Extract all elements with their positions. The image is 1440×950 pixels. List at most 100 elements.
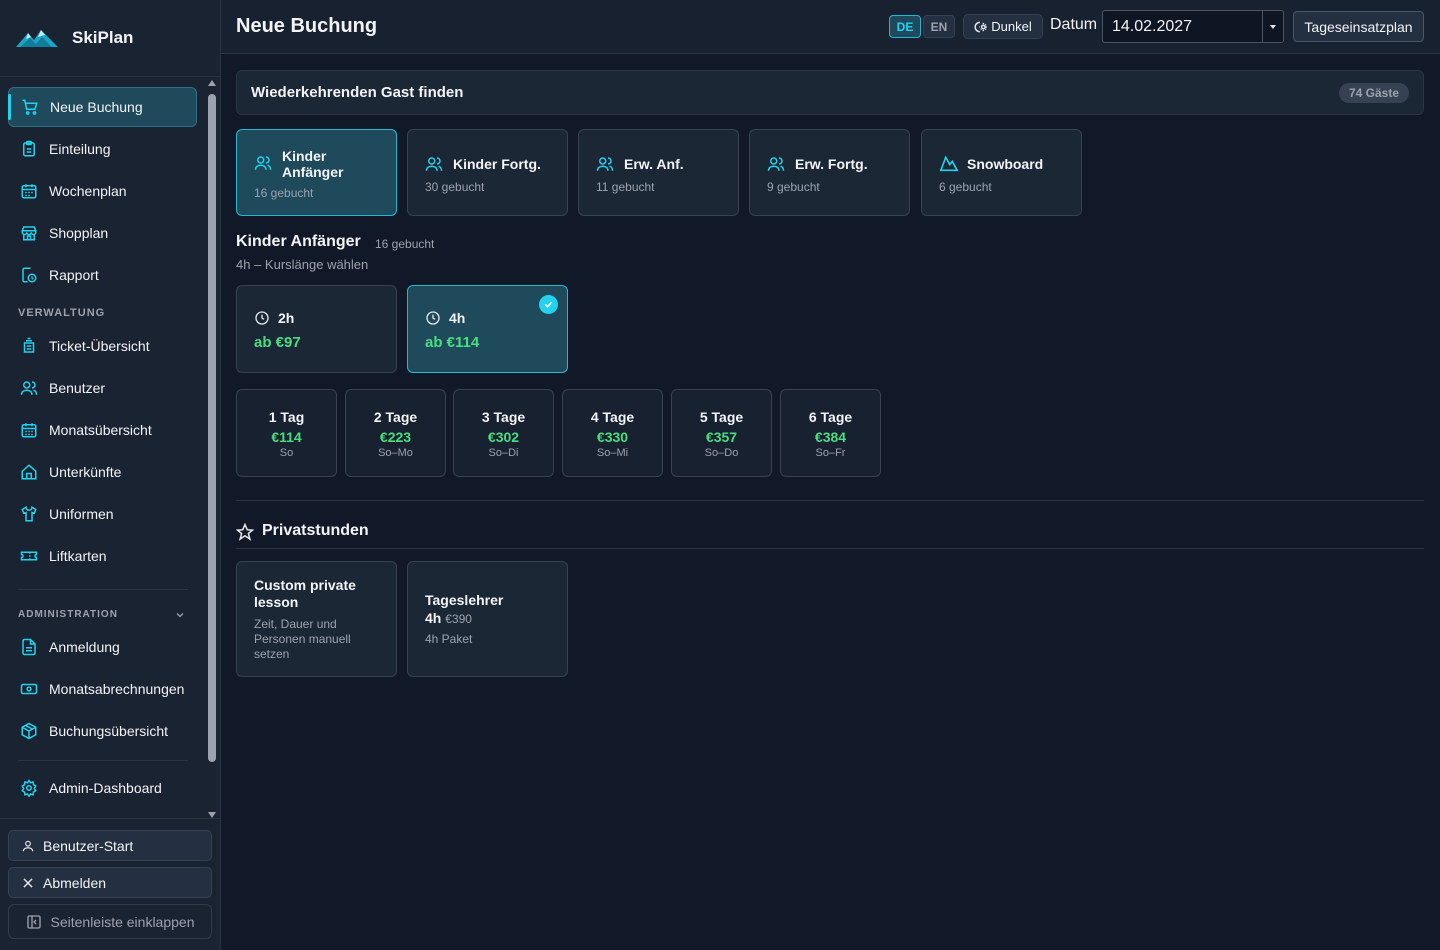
sidebar-item-shopplan[interactable]: Shopplan	[8, 213, 197, 253]
app-name: SkiPlan	[72, 28, 134, 47]
collapse-label: Seitenleiste einklappen	[50, 913, 195, 930]
store-icon	[20, 224, 38, 242]
sidebar-item-ticket-uebersicht[interactable]: Ticket-Übersicht	[8, 326, 197, 366]
sidebar-item-liftkarten[interactable]: Liftkarten	[8, 536, 197, 576]
users-icon	[767, 155, 785, 178]
day-range: So	[279, 447, 294, 459]
logout-label: Abmelden	[43, 874, 107, 891]
sidebar-nav: Neue Buchung Einteilung Wochenplan Shopp…	[0, 78, 204, 818]
day-option-5[interactable]: 5 Tage €357 So–Do	[671, 389, 772, 477]
lang-en-button[interactable]: EN	[923, 15, 955, 38]
mountain-icon	[939, 154, 959, 177]
category-card-kinder-anfaenger[interactable]: Kinder Anfänger 16 gebucht	[236, 129, 397, 216]
day-price: €330	[596, 429, 629, 445]
day-price: €223	[379, 429, 412, 445]
sidebar-item-rapport[interactable]: Rapport	[8, 255, 197, 295]
custom-lesson-title: Custom private lesson	[254, 577, 356, 610]
day-plan-button[interactable]: Tageseinsatzplan	[1293, 11, 1424, 42]
sidebar-item-wochenplan[interactable]: Wochenplan	[8, 171, 197, 211]
duration-card-4h[interactable]: 4h ab €114	[407, 285, 568, 373]
day-price: €357	[705, 429, 738, 445]
sidebar: SkiPlan Neue Buchung Einteilung Wochenpl…	[0, 0, 221, 950]
clock-icon	[254, 310, 270, 331]
scrollbar-thumb[interactable]	[208, 94, 216, 762]
sidebar-scrollbar[interactable]	[206, 80, 218, 818]
lang-de-button[interactable]: DE	[889, 15, 921, 38]
category-name: Snowboard	[967, 156, 1044, 172]
date-dropdown-button[interactable]	[1262, 11, 1283, 42]
day-price: €302	[487, 429, 520, 445]
duration-label: 4h	[449, 310, 466, 326]
logout-button[interactable]: Abmelden	[8, 867, 212, 898]
users-icon	[254, 154, 272, 177]
sidebar-item-label: Uniformen	[49, 506, 114, 522]
guest-count-badge: 74 Gäste	[1338, 83, 1409, 103]
theme-toggle-button[interactable]: Dunkel	[963, 14, 1043, 39]
sidebar-item-label: Liftkarten	[49, 548, 107, 564]
sidebar-collapse-icon	[26, 914, 42, 930]
sidebar-item-einteilung[interactable]: Einteilung	[8, 129, 197, 169]
day-label: 4 Tage	[590, 409, 635, 425]
sidebar-item-admin-dashboard[interactable]: Admin-Dashboard	[8, 768, 197, 808]
sidebar-item-buchungsuebersicht[interactable]: Buchungsübersicht	[8, 711, 197, 751]
section-label-administration: ADMINISTRATION	[18, 609, 118, 620]
day-option-2[interactable]: 2 Tage €223 So–Mo	[345, 389, 446, 477]
date-value: 14.02.2027	[1112, 17, 1193, 35]
day-range: So–Mo	[378, 447, 413, 459]
sidebar-item-label: Anmeldung	[49, 639, 120, 655]
day-option-1[interactable]: 1 Tag €114 So	[236, 389, 337, 477]
gear-icon	[20, 779, 38, 797]
day-price: €114	[271, 429, 302, 445]
day-option-6[interactable]: 6 Tage €384 So–Fr	[780, 389, 881, 477]
category-card-kinder-fortg[interactable]: Kinder Fortg. 30 gebucht	[407, 129, 568, 216]
teacher-price-line: 4h €390	[425, 610, 472, 626]
money-icon	[20, 680, 38, 698]
sidebar-item-benutzer[interactable]: Benutzer	[8, 368, 197, 408]
category-card-snowboard[interactable]: Snowboard 6 gebucht	[921, 129, 1082, 216]
theme-label: Dunkel	[991, 19, 1032, 34]
category-booked: 9 gebucht	[767, 180, 820, 194]
chevron-down-icon[interactable]	[174, 608, 186, 626]
sidebar-item-anmeldung[interactable]: Anmeldung	[8, 627, 197, 667]
day-range: So–Mi	[596, 447, 629, 459]
custom-lesson-desc: Zeit, Dauer und Personen manuell setzen	[254, 617, 351, 661]
section-title: Kinder Anfänger	[236, 233, 361, 250]
moon-sun-icon	[974, 20, 988, 34]
collapse-sidebar-button[interactable]: Seitenleiste einklappen	[8, 904, 212, 939]
category-name: Kinder Fortg.	[453, 156, 541, 172]
custom-private-lesson-card[interactable]: Custom private lesson Zeit, Dauer und Pers…	[236, 561, 397, 677]
category-card-erw-fortg[interactable]: Erw. Fortg. 9 gebucht	[749, 129, 910, 216]
scroll-up-arrow-icon[interactable]	[208, 80, 216, 86]
day-range: So–Fr	[815, 447, 846, 459]
date-input[interactable]: 14.02.2027	[1102, 10, 1284, 43]
teacher-sub: 4h Paket	[425, 632, 473, 646]
report-clock-icon	[20, 266, 38, 284]
day-label: 5 Tage	[699, 409, 744, 425]
users-icon	[425, 155, 443, 178]
sidebar-item-monatsuebersicht[interactable]: Monatsübersicht	[8, 410, 197, 450]
sidebar-item-neue-buchung[interactable]: Neue Buchung	[8, 87, 197, 127]
day-range: So–Do	[704, 447, 739, 459]
day-teacher-card[interactable]: Tageslehrer 4h €390 4h Paket	[407, 561, 568, 677]
category-name: Kinder Anfänger	[282, 148, 344, 180]
day-option-4[interactable]: 4 Tage €330 So–Mi	[562, 389, 663, 477]
teacher-title: Tageslehrer	[425, 592, 504, 608]
sidebar-item-unterkuenfte[interactable]: Unterkünfte	[8, 452, 197, 492]
category-card-erw-anf[interactable]: Erw. Anf. 11 gebucht	[578, 129, 739, 216]
sidebar-item-uniformen[interactable]: Uniformen	[8, 494, 197, 534]
day-range: So–Di	[488, 447, 519, 459]
duration-card-2h[interactable]: 2h ab €97	[236, 285, 397, 373]
day-option-3[interactable]: 3 Tage €302 So–Di	[453, 389, 554, 477]
sidebar-item-label: Monatsübersicht	[49, 422, 152, 438]
logo[interactable]: SkiPlan	[0, 0, 220, 77]
user-start-button[interactable]: Benutzer-Start	[8, 830, 212, 861]
divider	[0, 818, 221, 819]
caret-down-icon	[1270, 24, 1276, 29]
box-icon	[20, 722, 38, 740]
sidebar-item-label: Admin-Dashboard	[49, 780, 162, 796]
user-start-label: Benutzer-Start	[43, 837, 134, 854]
user-icon	[21, 839, 35, 853]
star-icon	[235, 522, 255, 546]
sidebar-item-monatsabrechnungen[interactable]: Monatsabrechnungen	[8, 669, 197, 709]
guest-search-bar[interactable]: Wiederkehrenden Gast finden 74 Gäste	[236, 70, 1424, 115]
